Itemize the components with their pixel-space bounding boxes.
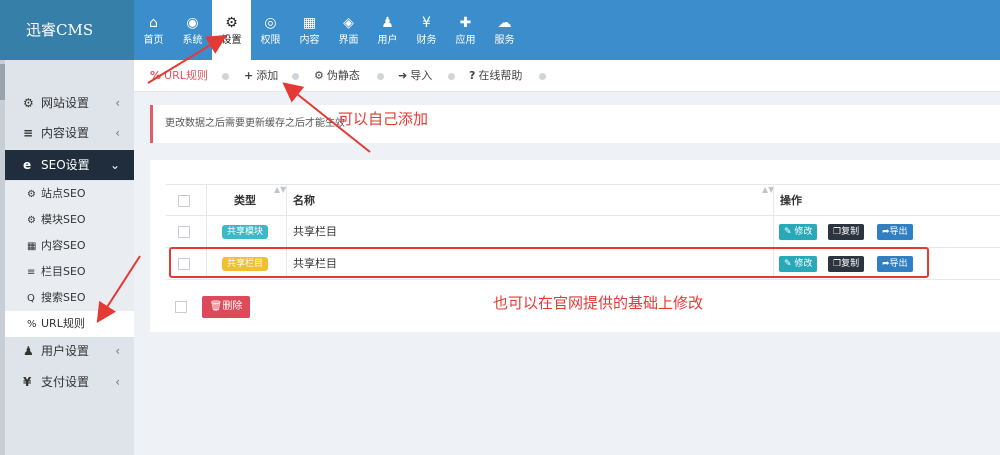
arrow-to-add <box>282 82 371 153</box>
arrow-to-url-rules <box>96 255 141 324</box>
annotation-arrows <box>96 34 371 324</box>
arrow-to-settings <box>147 34 228 84</box>
